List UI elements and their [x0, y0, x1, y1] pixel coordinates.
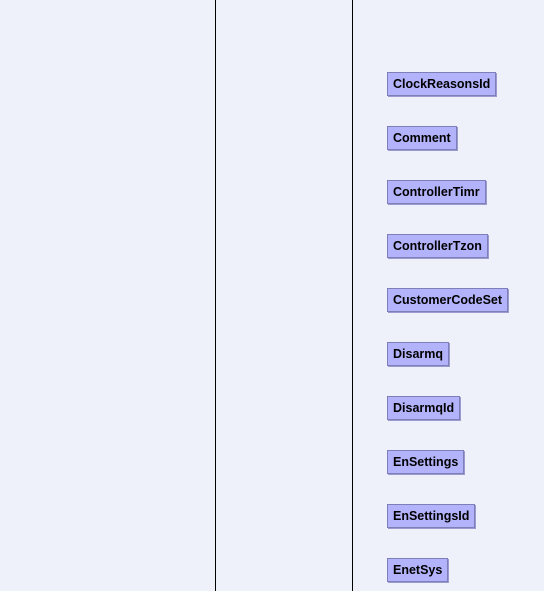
- class-item-disarmqid[interactable]: DisarmqId: [387, 396, 461, 420]
- three-pane-layout: ClockReasonsId Comment ControllerTimr Co…: [0, 0, 544, 591]
- class-item-comment[interactable]: Comment: [387, 126, 457, 150]
- class-item-controllertzon[interactable]: ControllerTzon: [387, 234, 488, 258]
- class-item-clockreasonsid[interactable]: ClockReasonsId: [387, 72, 497, 96]
- class-list-pane: ClockReasonsId Comment ControllerTimr Co…: [353, 0, 544, 591]
- list-item: EnSettingsId: [387, 504, 508, 558]
- list-item: DisarmqId: [387, 396, 508, 450]
- left-pane: [0, 0, 215, 591]
- class-item-ensettings[interactable]: EnSettings: [387, 450, 465, 474]
- list-item: ControllerTzon: [387, 234, 508, 288]
- class-list: ClockReasonsId Comment ControllerTimr Co…: [387, 72, 509, 591]
- list-item: EnetSys: [387, 558, 508, 591]
- list-item: Comment: [387, 126, 508, 180]
- class-item-disarmq[interactable]: Disarmq: [387, 342, 450, 366]
- class-item-controllertimr[interactable]: ControllerTimr: [387, 180, 486, 204]
- class-item-enetsys[interactable]: EnetSys: [387, 558, 449, 582]
- class-item-customercodeset[interactable]: CustomerCodeSet: [387, 288, 509, 312]
- middle-pane: [216, 0, 352, 591]
- list-item: Disarmq: [387, 342, 508, 396]
- list-item: ControllerTimr: [387, 180, 508, 234]
- list-item: ClockReasonsId: [387, 72, 508, 126]
- list-item: EnSettings: [387, 450, 508, 504]
- list-item: CustomerCodeSet: [387, 288, 509, 342]
- class-item-ensettingsid[interactable]: EnSettingsId: [387, 504, 476, 528]
